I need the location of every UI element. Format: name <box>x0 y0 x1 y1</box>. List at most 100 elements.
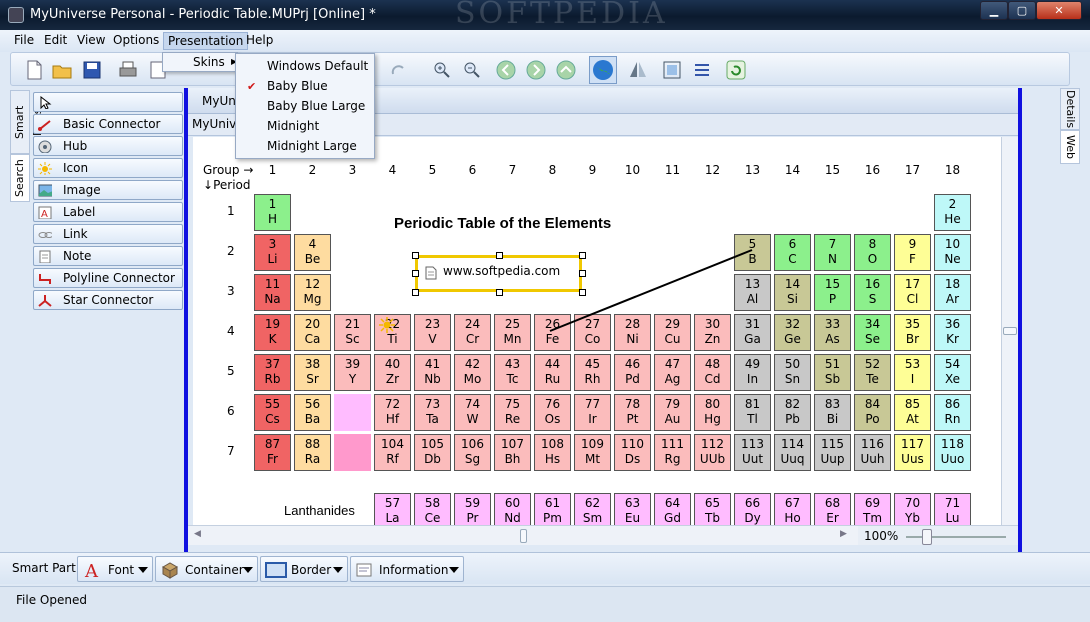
element-cs[interactable]: 55 Cs <box>254 394 291 431</box>
element-pr[interactable]: 59 Pr <box>454 493 491 525</box>
app-icon[interactable] <box>8 7 24 23</box>
tab-web[interactable]: Web <box>1060 130 1080 164</box>
element-uuh[interactable]: 116 Uuh <box>854 434 891 471</box>
element-k[interactable]: 19 K <box>254 314 291 351</box>
element-pb[interactable]: 82 Pb <box>774 394 811 431</box>
element-db[interactable]: 105 Db <box>414 434 451 471</box>
element-cu[interactable]: 29 Cu <box>654 314 691 351</box>
element-y[interactable]: 39 Y <box>334 354 371 391</box>
part-pointer[interactable] <box>33 92 183 112</box>
menu-presentation[interactable]: Presentation <box>163 32 249 50</box>
tab-details[interactable]: Details <box>1060 88 1080 130</box>
element-ge[interactable]: 32 Ge <box>774 314 811 351</box>
element-fe[interactable]: 26 Fe <box>534 314 571 351</box>
element-ir[interactable]: 77 Ir <box>574 394 611 431</box>
element-ra[interactable]: 88 Ra <box>294 434 331 471</box>
element-tm[interactable]: 69 Tm <box>854 493 891 525</box>
container-button[interactable]: Container <box>155 556 258 582</box>
print-icon[interactable] <box>117 59 139 81</box>
resize-handle[interactable] <box>496 252 503 259</box>
part-basic-connector[interactable]: Basic Connector <box>33 114 183 134</box>
element-ru[interactable]: 44 Ru <box>534 354 571 391</box>
element-rh[interactable]: 45 Rh <box>574 354 611 391</box>
element-rn[interactable]: 86 Rn <box>934 394 971 431</box>
element-uuq[interactable]: 114 Uuq <box>774 434 811 471</box>
canvas[interactable]: Group → ↓Period Periodic Table of the El… <box>193 137 1001 525</box>
element-sg[interactable]: 106 Sg <box>454 434 491 471</box>
element-hf[interactable]: 72 Hf <box>374 394 411 431</box>
vscroll-thumb[interactable] <box>1003 327 1017 335</box>
redo-icon[interactable] <box>387 59 409 81</box>
element-mg[interactable]: 12 Mg <box>294 274 331 311</box>
layout-icon[interactable] <box>691 59 713 81</box>
element-at[interactable]: 85 At <box>894 394 931 431</box>
part-link[interactable]: Link <box>33 224 183 244</box>
element-uub[interactable]: 112 UUb <box>694 434 731 471</box>
element-yb[interactable]: 70 Yb <box>894 493 931 525</box>
element-pt[interactable]: 78 Pt <box>614 394 651 431</box>
element-nd[interactable]: 60 Nd <box>494 493 531 525</box>
element-sn[interactable]: 50 Sn <box>774 354 811 391</box>
element-ds[interactable]: 110 Ds <box>614 434 651 471</box>
web-link-note[interactable]: www.softpedia.com <box>415 255 582 292</box>
element-i[interactable]: 53 I <box>894 354 931 391</box>
skin-windows-default[interactable]: Windows Default <box>267 59 368 73</box>
skin-midnight-large[interactable]: Midnight Large <box>267 139 357 153</box>
element-pm[interactable]: 61 Pm <box>534 493 571 525</box>
horizontal-scrollbar[interactable]: ◀ ▶ <box>188 525 858 545</box>
element-in[interactable]: 49 In <box>734 354 771 391</box>
element-ne[interactable]: 10 Ne <box>934 234 971 271</box>
border-button[interactable]: Border <box>260 556 348 582</box>
element-tc[interactable]: 43 Tc <box>494 354 531 391</box>
element-ag[interactable]: 47 Ag <box>654 354 691 391</box>
flip-icon[interactable] <box>627 59 649 81</box>
element-h[interactable]: 1H <box>254 194 291 231</box>
tab-smart-parts[interactable]: Smart Parts <box>10 90 44 154</box>
font-button[interactable]: A Font <box>77 556 153 582</box>
element-ga[interactable]: 31 Ga <box>734 314 771 351</box>
resize-handle[interactable] <box>579 252 586 259</box>
element-placeholder[interactable] <box>334 394 371 431</box>
part-label[interactable]: A Label <box>33 202 183 222</box>
element-bh[interactable]: 107 Bh <box>494 434 531 471</box>
element-bi[interactable]: 83 Bi <box>814 394 851 431</box>
element-rb[interactable]: 37 Rb <box>254 354 291 391</box>
hscroll-thumb[interactable] <box>520 529 527 543</box>
menu-help[interactable]: Help <box>246 33 273 47</box>
maximize-button[interactable]: ▢ <box>1008 1 1036 20</box>
element-mn[interactable]: 25 Mn <box>494 314 531 351</box>
element-placeholder[interactable] <box>334 434 371 471</box>
close-button[interactable]: ✕ <box>1036 1 1082 20</box>
open-folder-icon[interactable] <box>51 59 73 81</box>
element-re[interactable]: 75 Re <box>494 394 531 431</box>
up-icon[interactable] <box>555 59 577 81</box>
part-star-connector[interactable]: Star Connector <box>33 290 183 310</box>
information-button[interactable]: Information <box>350 556 464 582</box>
menu-view[interactable]: View <box>77 33 105 47</box>
element-uup[interactable]: 115 Uup <box>814 434 851 471</box>
element-f[interactable]: 9F <box>894 234 931 271</box>
resize-handle[interactable] <box>496 289 503 296</box>
element-ba[interactable]: 56 Ba <box>294 394 331 431</box>
element-mo[interactable]: 42 Mo <box>454 354 491 391</box>
element-br[interactable]: 35 Br <box>894 314 931 351</box>
element-as[interactable]: 33 As <box>814 314 851 351</box>
element-xe[interactable]: 54 Xe <box>934 354 971 391</box>
element-sb[interactable]: 51 Sb <box>814 354 851 391</box>
element-tl[interactable]: 81 Tl <box>734 394 771 431</box>
menu-item-skins[interactable]: Skins <box>193 55 225 69</box>
element-uut[interactable]: 113 Uut <box>734 434 771 471</box>
web-link-text[interactable]: www.softpedia.com <box>443 264 560 278</box>
element-tb[interactable]: 65 Tb <box>694 493 731 525</box>
element-sr[interactable]: 38 Sr <box>294 354 331 391</box>
skin-midnight[interactable]: Midnight <box>267 119 319 133</box>
element-sm[interactable]: 62 Sm <box>574 493 611 525</box>
element-p[interactable]: 15 P <box>814 274 851 311</box>
refresh-icon[interactable] <box>725 59 747 81</box>
element-zr[interactable]: 40 Zr <box>374 354 411 391</box>
resize-handle[interactable] <box>412 252 419 259</box>
part-icon[interactable]: Icon <box>33 158 183 178</box>
element-zn[interactable]: 30 Zn <box>694 314 731 351</box>
element-ta[interactable]: 73 Ta <box>414 394 451 431</box>
element-gd[interactable]: 64 Gd <box>654 493 691 525</box>
